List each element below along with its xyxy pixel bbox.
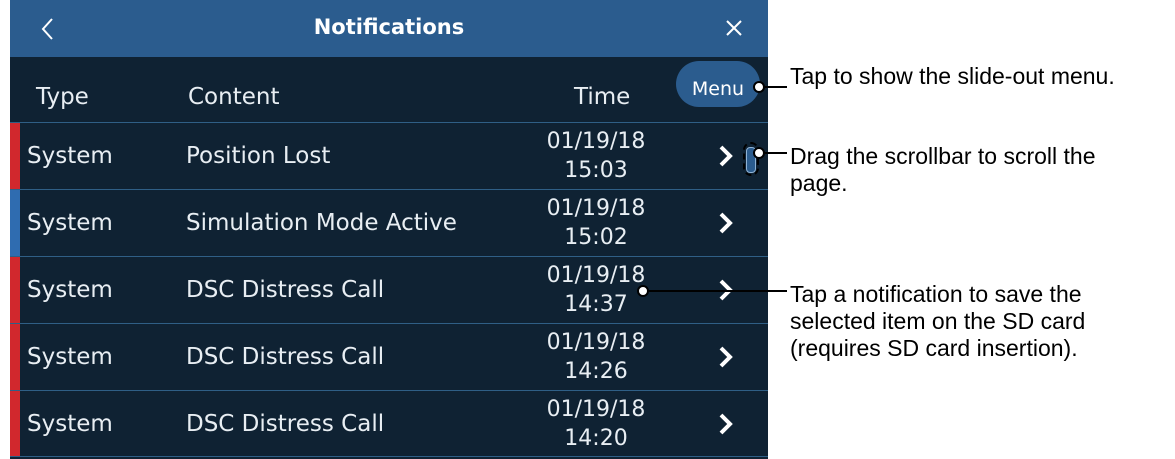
row-content: Simulation Mode Active [186,210,457,236]
row-type: System [27,411,113,437]
notification-row[interactable]: System Position Lost 01/19/18 15:03 [10,122,768,189]
row-time-text: 15:03 [564,158,628,183]
priority-stripe [10,123,20,189]
row-type: System [27,210,113,236]
callout-scroll-line2: page. [790,170,848,196]
callout-tap-line2: selected item on the SD card [790,308,1086,334]
notification-row[interactable]: System Simulation Mode Active 01/19/18 15… [10,189,768,256]
callout-dot-menu [753,81,765,93]
column-header-type: Type [36,84,89,110]
row-time: 01/19/18 14:20 [536,395,656,453]
priority-stripe [10,257,20,323]
callout-line-menu [765,86,787,88]
callout-line-scroll [765,152,787,154]
chevron-right-icon [719,346,733,368]
column-header-time: Time [574,84,631,110]
column-header-content: Content [188,84,280,110]
callout-tap-line1: Tap a notification to save the [790,281,1082,307]
priority-stripe [10,324,20,390]
row-time: 01/19/18 15:02 [536,194,656,252]
callout-line-tap [649,290,787,292]
row-content: Position Lost [186,143,331,169]
notification-row[interactable]: System DSC Distress Call 01/19/18 14:20 [10,390,768,457]
row-date-text: 01/19/18 [546,397,646,422]
close-button[interactable] [714,8,754,48]
page-title: Notifications [313,15,465,39]
row-date-text: 01/19/18 [546,330,646,355]
priority-stripe [10,391,20,456]
row-type: System [27,344,113,370]
row-type: System [27,277,113,303]
row-date-text: 01/19/18 [546,196,646,221]
row-date-text: 01/19/18 [546,129,646,154]
chevron-right-icon [719,212,733,234]
row-time: 01/19/18 14:26 [536,328,656,386]
callout-tap-line3: (requires SD card insertion). [790,335,1078,361]
notifications-screen: Notifications Type Content Time Menu Sys… [10,0,768,459]
chevron-right-icon [719,413,733,435]
row-type: System [27,143,113,169]
notification-row[interactable]: System DSC Distress Call 01/19/18 14:26 [10,323,768,390]
row-time-text: 14:20 [564,426,628,451]
row-time-text: 14:26 [564,359,628,384]
row-content: DSC Distress Call [186,411,385,437]
title-bar: Notifications [10,0,768,57]
callout-scroll-text: Drag the scrollbar to scroll the page. [790,143,1096,197]
callout-scroll-line1: Drag the scrollbar to scroll the [790,143,1096,169]
callout-dot-tap [637,285,649,297]
menu-button[interactable]: Menu [676,61,760,107]
row-content: DSC Distress Call [186,277,385,303]
callout-menu-text: Tap to show the slide-out menu. [790,63,1115,89]
row-time-text: 15:02 [564,225,628,250]
close-icon [726,20,742,36]
callout-dot-scroll [753,147,765,159]
row-time: 01/19/18 15:03 [536,127,656,185]
row-content: DSC Distress Call [186,344,385,370]
chevron-right-icon [719,145,733,167]
priority-stripe [10,190,20,256]
callout-tap-text: Tap a notification to save the selected … [790,281,1085,362]
